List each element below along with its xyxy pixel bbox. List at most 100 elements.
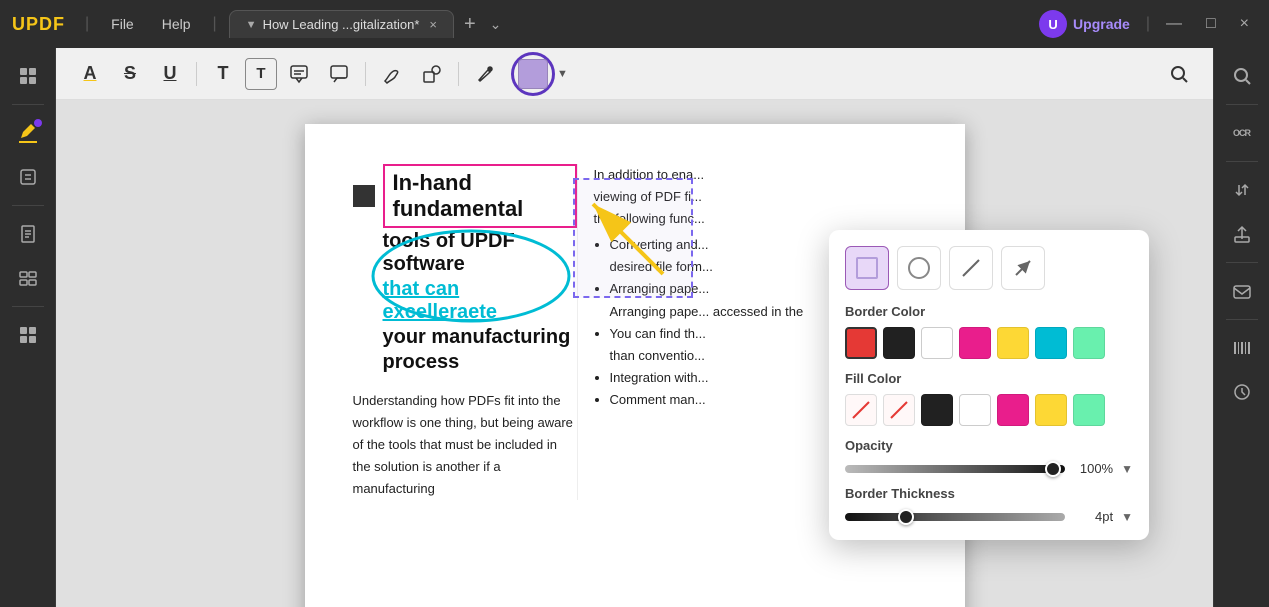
right-divider-4 bbox=[1226, 319, 1258, 320]
thickness-chevron-icon[interactable]: ▼ bbox=[1121, 510, 1133, 524]
opacity-chevron-icon[interactable]: ▼ bbox=[1121, 462, 1133, 476]
tab-title: How Leading ...gitalization* bbox=[263, 17, 420, 32]
underline-tool-button[interactable]: U bbox=[152, 56, 188, 92]
fill-color-grid bbox=[845, 394, 1133, 426]
sidebar-item-highlight[interactable] bbox=[8, 113, 48, 153]
right-divider-2 bbox=[1226, 161, 1258, 162]
close-button[interactable]: × bbox=[1232, 11, 1257, 37]
highlight-tool-button[interactable]: A bbox=[72, 56, 108, 92]
active-color-container: ▼ bbox=[511, 52, 568, 96]
text-box-tool-button[interactable]: T bbox=[245, 58, 277, 90]
strikethrough-tool-button[interactable]: S bbox=[112, 56, 148, 92]
title-bar-actions: U Upgrade | — □ × bbox=[1031, 6, 1257, 42]
menu-file[interactable]: File bbox=[101, 12, 144, 36]
tab-main[interactable]: ▼ How Leading ...gitalization* × bbox=[229, 10, 454, 38]
thickness-row: 4pt ▼ bbox=[845, 509, 1133, 524]
comment-tool-button[interactable] bbox=[321, 56, 357, 92]
shapes-tool-button[interactable] bbox=[414, 56, 450, 92]
line3-row: your manufacturing bbox=[383, 326, 577, 349]
shape-circle-btn[interactable] bbox=[897, 246, 941, 290]
tab-chevron-icon[interactable]: ⌄ bbox=[490, 16, 502, 33]
heading-box: In-hand fundamental bbox=[383, 164, 577, 228]
opacity-slider[interactable] bbox=[845, 465, 1065, 473]
opacity-thumb[interactable] bbox=[1045, 461, 1061, 477]
opacity-row: 100% ▼ bbox=[845, 461, 1133, 476]
thickness-value: 4pt bbox=[1073, 509, 1113, 524]
fill-color-green[interactable] bbox=[1073, 394, 1105, 426]
heading-text: In-hand fundamental bbox=[393, 170, 524, 221]
opacity-value: 100% bbox=[1073, 461, 1113, 476]
text-callout-tool-button[interactable] bbox=[281, 56, 317, 92]
sidebar-item-edit[interactable] bbox=[8, 157, 48, 197]
maximize-button[interactable]: □ bbox=[1198, 11, 1224, 37]
border-color-pink[interactable] bbox=[959, 327, 991, 359]
border-color-green[interactable] bbox=[1073, 327, 1105, 359]
line4-row: process bbox=[383, 351, 577, 374]
right-history-button[interactable] bbox=[1222, 372, 1262, 412]
toolbar-sep-2 bbox=[365, 62, 366, 86]
right-convert-button[interactable] bbox=[1222, 170, 1262, 210]
fill-color-yellow[interactable] bbox=[1035, 394, 1067, 426]
user-avatar: U bbox=[1039, 10, 1067, 38]
minimize-button[interactable]: — bbox=[1158, 11, 1190, 37]
main-area: A S U T T bbox=[0, 48, 1269, 607]
tab-bar: ▼ How Leading ...gitalization* × + ⌄ bbox=[229, 10, 1023, 38]
border-color-black[interactable] bbox=[883, 327, 915, 359]
border-color-white[interactable] bbox=[921, 327, 953, 359]
fill-color-none2[interactable] bbox=[883, 394, 915, 426]
shape-arrow-btn[interactable] bbox=[1001, 246, 1045, 290]
border-color-red[interactable] bbox=[845, 327, 877, 359]
draw-tool-button[interactable] bbox=[374, 56, 410, 92]
sidebar-item-pages[interactable] bbox=[8, 214, 48, 254]
right-barcode-button[interactable] bbox=[1222, 328, 1262, 368]
color-circle-highlight[interactable] bbox=[511, 52, 555, 96]
color-dropdown-arrow[interactable]: ▼ bbox=[557, 68, 568, 80]
body-text: Understanding how PDFs fit into the work… bbox=[353, 390, 577, 500]
content-column: A S U T T bbox=[56, 48, 1213, 607]
shape-rectangle-btn[interactable] bbox=[845, 246, 889, 290]
upgrade-label: Upgrade bbox=[1073, 16, 1130, 32]
fill-color-label: Fill Color bbox=[845, 371, 1133, 386]
shape-line-btn[interactable] bbox=[949, 246, 993, 290]
thickness-thumb[interactable] bbox=[898, 509, 914, 525]
pen-tool-button[interactable] bbox=[467, 56, 503, 92]
right-ocr-button[interactable]: OCR bbox=[1222, 113, 1262, 153]
thickness-slider[interactable] bbox=[845, 513, 1065, 521]
line3-text: your manufacturing bbox=[383, 326, 571, 348]
sidebar-item-thumbnails[interactable] bbox=[8, 56, 48, 96]
heading-row: In-hand fundamental bbox=[353, 164, 577, 228]
right-divider-3 bbox=[1226, 262, 1258, 263]
border-color-label: Border Color bbox=[845, 304, 1133, 319]
app-logo: UPDF bbox=[12, 14, 65, 35]
right-divider-1 bbox=[1226, 104, 1258, 105]
right-sidebar: OCR bbox=[1213, 48, 1269, 607]
sidebar-divider-2 bbox=[12, 205, 44, 206]
right-share-button[interactable] bbox=[1222, 214, 1262, 254]
fill-color-black[interactable] bbox=[921, 394, 953, 426]
tab-add-button[interactable]: + bbox=[458, 13, 482, 36]
sep1: | bbox=[85, 15, 89, 33]
sidebar-item-more[interactable] bbox=[8, 315, 48, 355]
upgrade-button[interactable]: U Upgrade bbox=[1031, 6, 1138, 42]
menu-help[interactable]: Help bbox=[152, 12, 201, 36]
sidebar-item-organize[interactable] bbox=[8, 258, 48, 298]
color-picker-popup: Border Color Fill Color bbox=[829, 230, 1149, 540]
right-mail-button[interactable] bbox=[1222, 271, 1262, 311]
search-button[interactable] bbox=[1161, 56, 1197, 92]
shape-selector-row bbox=[845, 246, 1133, 290]
fill-color-pink[interactable] bbox=[997, 394, 1029, 426]
pdf-canvas: In-hand fundamental tools of UPDF softwa… bbox=[56, 100, 1213, 607]
border-color-yellow[interactable] bbox=[997, 327, 1029, 359]
fill-color-white[interactable] bbox=[959, 394, 991, 426]
active-color-swatch[interactable] bbox=[518, 59, 548, 89]
circle-icon bbox=[908, 257, 930, 279]
toolbar-right bbox=[1161, 56, 1197, 92]
sep2: | bbox=[213, 15, 217, 33]
border-color-teal[interactable] bbox=[1035, 327, 1067, 359]
right-search-button[interactable] bbox=[1222, 56, 1262, 96]
arrow-icon bbox=[1012, 257, 1034, 279]
tab-close[interactable]: × bbox=[429, 17, 437, 32]
fill-color-none1[interactable] bbox=[845, 394, 877, 426]
text-tool-button[interactable]: T bbox=[205, 56, 241, 92]
sidebar-divider-3 bbox=[12, 306, 44, 307]
